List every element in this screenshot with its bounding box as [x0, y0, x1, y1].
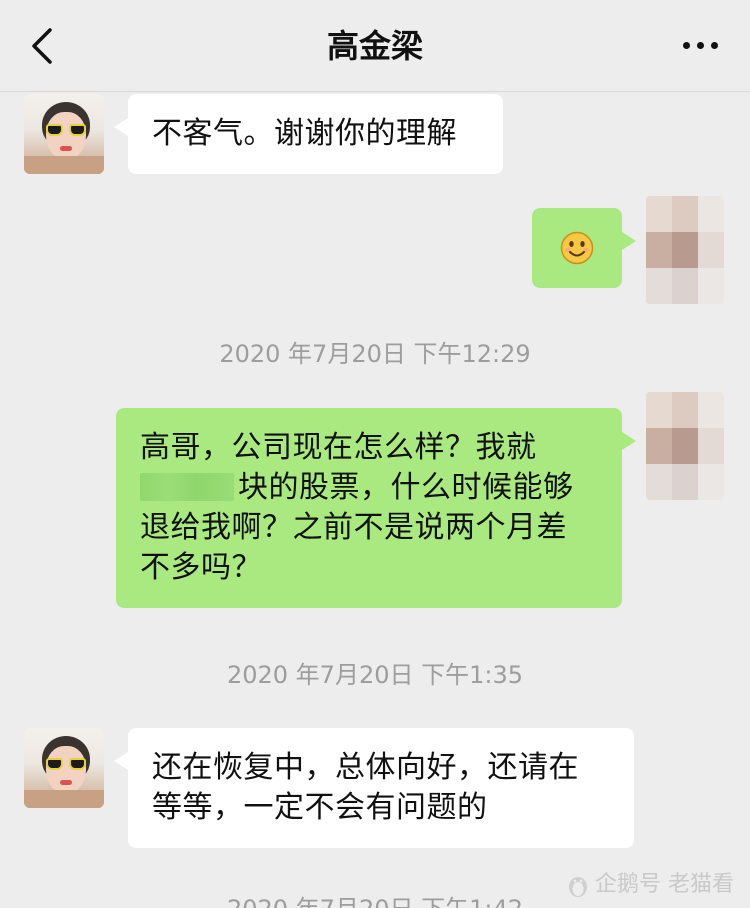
message-line: 退给我啊？之前不是说两个月差 [140, 510, 567, 545]
sunglasses-icon [46, 124, 86, 136]
message-line: 等等，一定不会有问题的 [152, 790, 488, 825]
sent-message[interactable]: 高哥，公司现在怎么样？我就 块的股票，什么时候能够 退给我啊？之前不是说两个月差… [116, 408, 636, 608]
sunglasses-icon [46, 758, 86, 770]
redacted-amount [140, 472, 234, 501]
message-line: 还在恢复中，总体向好，还请在 [152, 750, 579, 785]
message-timestamp: 2020 年7月20日 下午12:29 [219, 340, 531, 368]
chat-header: 高金梁 [0, 0, 750, 92]
message-timestamp: 2020 年7月20日 下午1:35 [226, 661, 524, 689]
my-avatar[interactable] [646, 196, 724, 304]
contact-avatar[interactable] [24, 728, 104, 808]
chat-messages[interactable]: 不客气。谢谢你的理解 2020 年7月20日 下午12:29 高哥，公司现在怎么… [0, 92, 750, 908]
message-line: 不多吗？ [140, 550, 262, 585]
received-message[interactable]: 还在恢复中，总体向好，还请在 等等，一定不会有问题的 [114, 728, 634, 848]
more-dots-icon[interactable] [680, 36, 722, 56]
penguin-icon [569, 877, 587, 897]
message-line: 块的股票，什么时候能够 [140, 468, 598, 508]
watermark: 企鹅号 老猫看 [567, 870, 734, 900]
received-message[interactable]: 不客气。谢谢你的理解 [114, 94, 503, 174]
smiley-emoji-icon [560, 231, 594, 265]
message-text: 不客气。谢谢你的理解 [152, 116, 457, 151]
my-avatar[interactable] [646, 392, 724, 500]
contact-avatar[interactable] [24, 94, 104, 174]
watermark-text: 企鹅号 老猫看 [595, 872, 734, 897]
chat-title: 高金梁 [326, 27, 423, 65]
message-line: 高哥，公司现在怎么样？我就 [140, 430, 537, 465]
sent-message-emoji[interactable] [532, 208, 636, 288]
